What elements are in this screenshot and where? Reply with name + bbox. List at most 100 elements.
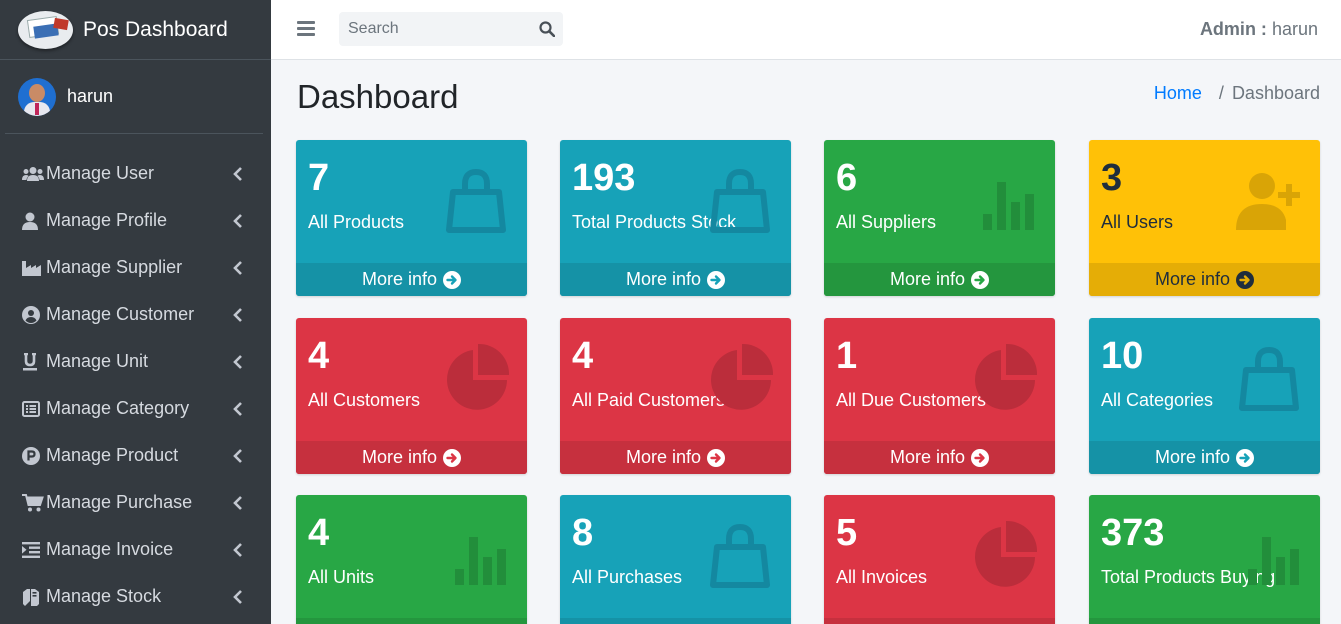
top-navbar: Admin : harun: [271, 0, 1341, 60]
chevron-left-icon: [233, 166, 245, 181]
arrow-circle-right-icon: [1236, 270, 1255, 289]
search-form: [339, 12, 563, 46]
sidebar-item-manage-profile[interactable]: Manage Profile: [0, 197, 271, 244]
stat-label: All Products: [308, 212, 405, 232]
more-info-link[interactable]: More info: [560, 441, 791, 474]
user-name: harun: [67, 86, 114, 106]
stock-icon: [22, 587, 44, 607]
chevron-left-icon: [233, 589, 245, 604]
brand-logo: [18, 10, 73, 49]
stat-box: 6 All Suppliers More info: [824, 140, 1055, 296]
page-title: Dashboard: [297, 78, 459, 115]
sidebar-item-label: Manage Supplier: [46, 257, 183, 277]
more-info-label: More info: [1154, 447, 1231, 467]
sidebar: Pos Dashboard harun Manage User Manage P…: [0, 0, 271, 624]
stat-value: 6: [836, 157, 858, 199]
avatar: [18, 77, 56, 116]
shopping-bag-icon: [1234, 342, 1304, 412]
sidebar-item-manage-customer[interactable]: Manage Customer: [0, 291, 271, 338]
arrow-circle-right-icon: [971, 448, 990, 467]
pie-chart-icon: [705, 342, 775, 412]
stat-label: All Customers: [308, 390, 421, 410]
user-icon: [22, 211, 44, 231]
sidebar-item-manage-stock[interactable]: Manage Stock: [0, 573, 271, 620]
stat-value: 193: [572, 157, 636, 199]
stat-value: 4: [572, 335, 594, 377]
stat-box: 8 All Purchases More info: [560, 495, 791, 624]
stat-box: 1 All Due Customers More info: [824, 318, 1055, 474]
more-info-link[interactable]: More info: [296, 263, 527, 296]
brand-link[interactable]: Pos Dashboard: [0, 0, 271, 60]
stat-label: All Purchases: [572, 567, 683, 587]
more-info-label: More info: [625, 269, 702, 289]
sidebar-item-label: Manage Customer: [46, 304, 195, 324]
arrow-circle-right-icon: [1236, 448, 1255, 467]
stat-box: 10 All Categories More info: [1089, 318, 1320, 474]
more-info-label: More info: [361, 269, 438, 289]
more-info-link[interactable]: More info: [1089, 618, 1320, 624]
sidebar-item-label: Manage Product: [46, 445, 179, 465]
more-info-label: More info: [1154, 269, 1231, 289]
sidebar-item-manage-purchase[interactable]: Manage Purchase: [0, 479, 271, 526]
stat-box: 3 All Users More info: [1089, 140, 1320, 296]
underline-icon: [22, 352, 44, 372]
search-input[interactable]: [339, 20, 519, 38]
admin-label: Admin :: [1199, 19, 1267, 39]
breadcrumb-home-link[interactable]: Home: [1154, 83, 1202, 104]
more-info-link[interactable]: More info: [560, 618, 791, 624]
more-info-link[interactable]: More info: [1089, 263, 1320, 296]
arrow-circle-right-icon: [707, 448, 726, 467]
more-info-link[interactable]: More info: [824, 263, 1055, 296]
stat-label: All Invoices: [836, 567, 928, 587]
stat-value: 8: [572, 512, 594, 554]
menu-toggle-icon[interactable]: [297, 21, 315, 37]
user-panel[interactable]: harun: [5, 60, 263, 134]
stat-box: 373Total Products BuyingMore info: [1089, 495, 1320, 624]
more-info-link[interactable]: More info: [560, 263, 791, 296]
user-circle-icon: [22, 305, 44, 325]
more-info-link[interactable]: More info: [296, 618, 527, 624]
cart-icon: [22, 493, 44, 513]
more-info-link[interactable]: More info: [824, 618, 1055, 624]
bar-chart-icon: [969, 164, 1039, 234]
admin-user-label[interactable]: Admin : harun: [1200, 19, 1318, 40]
shopping-bag-icon: [705, 164, 775, 234]
stat-value: 4: [308, 512, 330, 554]
chevron-left-icon: [233, 354, 245, 369]
chevron-left-icon: [233, 307, 245, 322]
indent-icon: [22, 540, 44, 560]
shopping-bag-icon: [441, 164, 511, 234]
sidebar-item-manage-unit[interactable]: Manage Unit: [0, 338, 271, 385]
sidebar-nav: Manage User Manage Profile Manage Suppli…: [0, 150, 271, 620]
stat-value: 7: [308, 157, 330, 199]
sidebar-item-label: Manage Category: [46, 398, 190, 418]
pie-chart-icon: [969, 342, 1039, 412]
pie-chart-icon: [441, 342, 511, 412]
search-icon[interactable]: [539, 21, 556, 38]
user-plus-icon: [1234, 164, 1304, 234]
stat-value: 4: [308, 335, 330, 377]
breadcrumb-separator: /: [1218, 83, 1224, 103]
sidebar-item-label: Manage Purchase: [46, 492, 193, 512]
sidebar-item-manage-category[interactable]: Manage Category: [0, 385, 271, 432]
pie-chart-icon: [969, 519, 1039, 589]
bar-chart-icon: [1234, 519, 1304, 589]
more-info-link[interactable]: More info: [296, 441, 527, 474]
sidebar-item-label: Manage Profile: [46, 210, 168, 230]
more-info-link[interactable]: More info: [1089, 441, 1320, 474]
shopping-bag-icon: [705, 519, 775, 589]
sidebar-item-manage-user[interactable]: Manage User: [0, 150, 271, 197]
stat-value: 373: [1101, 512, 1165, 554]
stat-label: All Units: [308, 567, 375, 587]
sidebar-item-label: Manage Invoice: [46, 539, 174, 559]
industry-icon: [22, 258, 44, 278]
stat-box: 4 All Units More info: [296, 495, 527, 624]
chevron-left-icon: [233, 401, 245, 416]
sidebar-item-manage-product[interactable]: Manage Product: [0, 432, 271, 479]
sidebar-item-manage-invoice[interactable]: Manage Invoice: [0, 526, 271, 573]
breadcrumb-current: Dashboard: [1231, 83, 1320, 103]
chevron-left-icon: [233, 448, 245, 463]
stat-label: All Suppliers: [836, 212, 937, 232]
sidebar-item-manage-supplier[interactable]: Manage Supplier: [0, 244, 271, 291]
more-info-link[interactable]: More info: [824, 441, 1055, 474]
